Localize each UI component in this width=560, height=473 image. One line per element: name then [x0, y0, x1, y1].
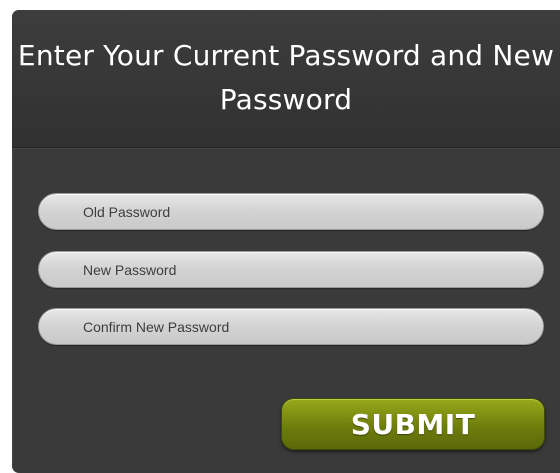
panel-header: Enter Your Current Password and New Pass…	[12, 10, 560, 148]
confirm-password-field	[38, 308, 544, 345]
change-password-panel: Enter Your Current Password and New Pass…	[12, 10, 560, 473]
old-password-field	[38, 193, 544, 230]
submit-button[interactable]: SUBMIT	[281, 398, 545, 450]
page-title: Enter Your Current Password and New Pass…	[17, 39, 555, 116]
new-password-field	[38, 251, 544, 288]
new-password-input[interactable]	[39, 252, 543, 287]
old-password-input[interactable]	[39, 194, 543, 229]
confirm-new-password-input[interactable]	[39, 309, 543, 344]
